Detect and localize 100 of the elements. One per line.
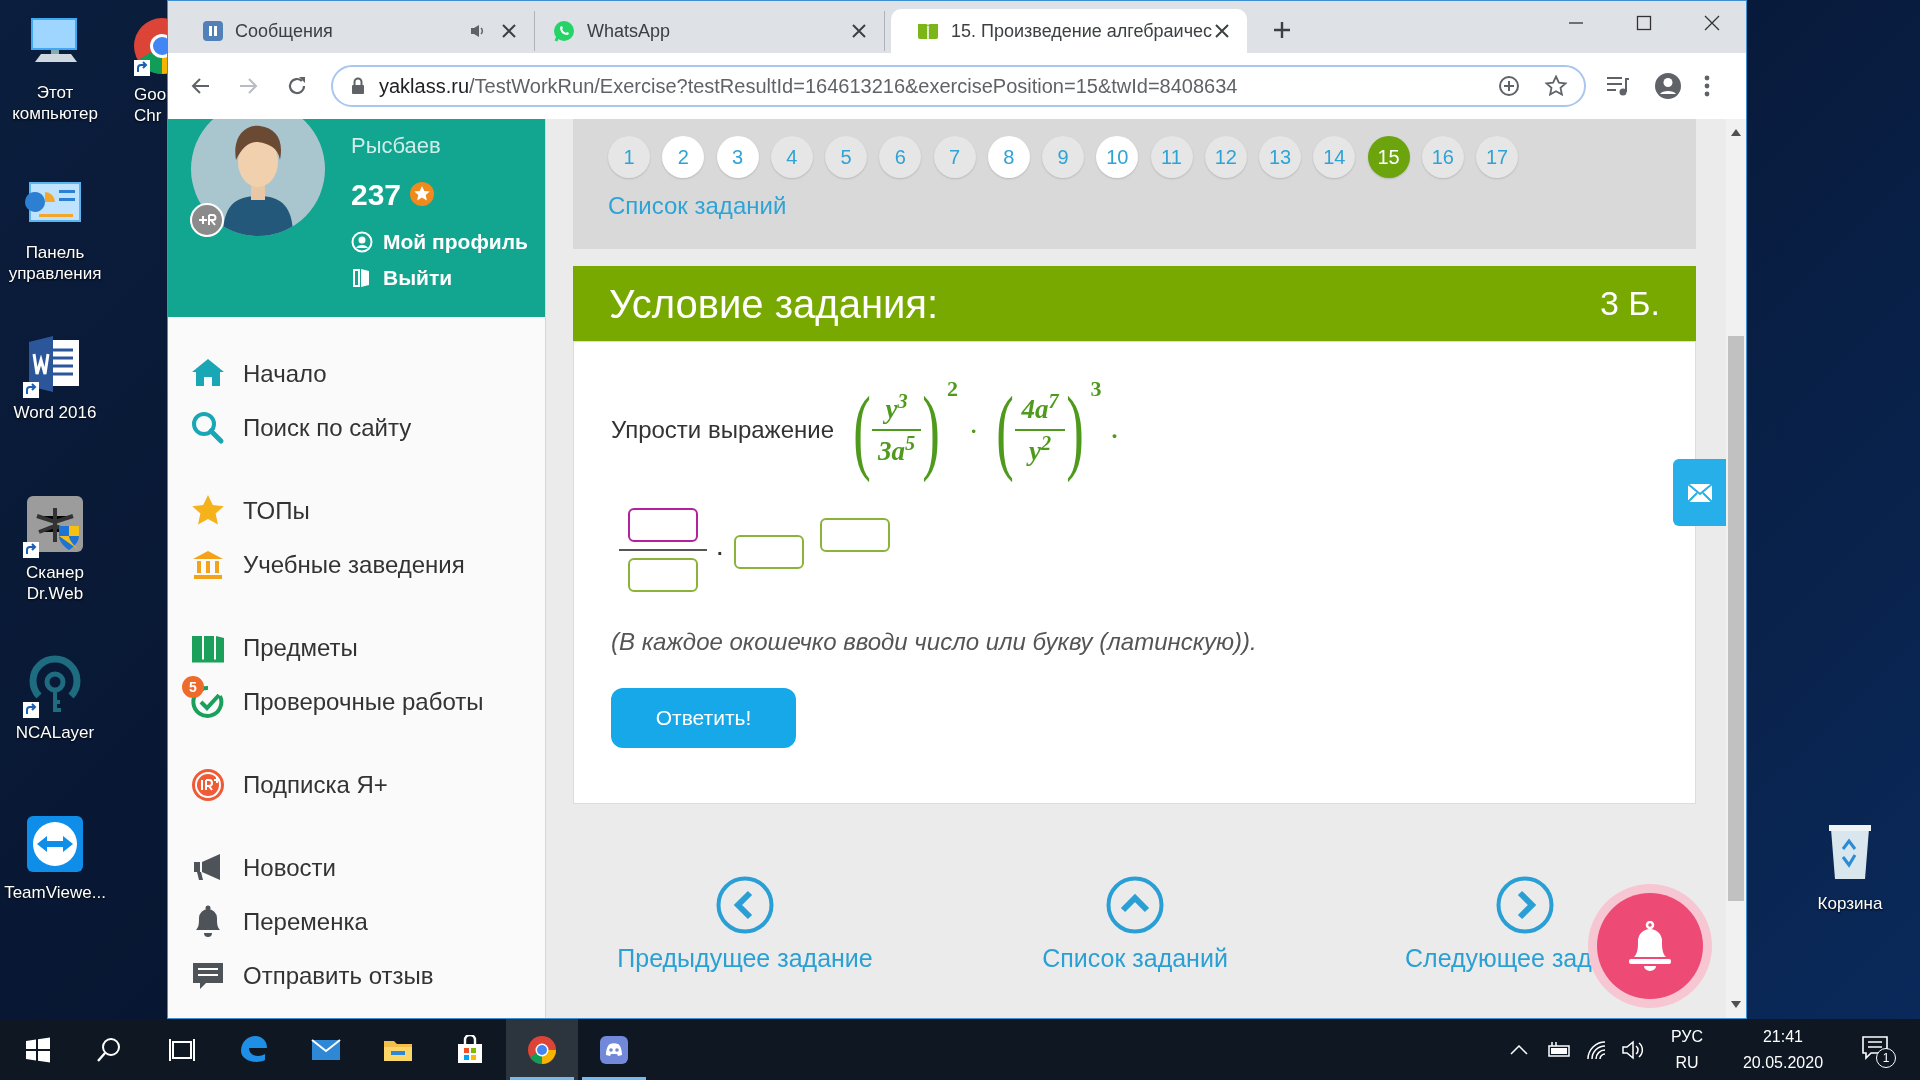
nav-item[interactable]: Начало [168,347,337,401]
task-title: Условие задания: [609,280,939,328]
nav-item[interactable]: Учебные заведения [168,538,475,592]
scroll-down-icon[interactable] [1731,1001,1741,1008]
check-circle-icon [190,684,226,720]
math-operator: · [717,541,724,566]
edge-icon[interactable] [239,1034,269,1065]
prompt-text: Упрости выражение [611,415,835,445]
date-text: 20.05.2020 [1742,1052,1824,1073]
close-icon[interactable] [1215,24,1229,38]
tab-title: 15. Произведение алгебраичес [951,19,1214,43]
math-operator: · [970,416,978,445]
url-text: yaklass.ru/TestWorkRun/Exercise?testResultId=164613216&exercisePosition=15&twId=8408634 [379,74,1239,99]
nav-item[interactable]: Предметы [168,621,368,675]
notification-center-button[interactable]: 1 [1856,1027,1900,1072]
chrome-icon [527,1034,557,1065]
denominator: 3a$^{5}$ [877,434,917,468]
desktop-icon-label[interactable]: Этот компьютер [1,82,109,124]
chevron-up-icon[interactable] [1510,1044,1528,1055]
playlist-icon[interactable] [1606,75,1630,97]
desktop-icon-label[interactable]: Сканер Dr.Web [1,562,109,604]
close-icon[interactable] [502,24,516,38]
taskbar-app[interactable] [506,1019,578,1080]
star-icon[interactable] [1544,74,1568,98]
close-icon [1704,15,1720,31]
bell-icon [1627,921,1673,971]
browser-tab[interactable]: 15. Произведение алгебраичес [891,9,1247,53]
scroll-up-icon[interactable] [1731,129,1741,136]
nav-item[interactable]: Поиск по сайту [168,401,422,455]
speaker-icon[interactable] [470,24,486,38]
browser-tab[interactable]: Сообщения [185,11,535,51]
layout-text: RU [1675,1052,1699,1073]
menu-icon[interactable] [1704,75,1710,97]
exponent: 2 [947,375,959,403]
new-tab-icon[interactable] [1273,21,1291,39]
envelope-icon [1687,482,1713,503]
close-icon[interactable] [852,24,866,38]
open-book-icon [917,22,939,40]
math-period: . [1111,416,1118,445]
task-points: 3 Б. [1599,283,1660,324]
scrollbar-thumb[interactable] [1728,336,1744,901]
bracket: ( [996,378,1015,482]
numerator: y$^{3}$ [882,392,909,426]
bracket: ( [853,378,871,482]
time-text: 21:41 [1762,1026,1803,1047]
nav-item[interactable]: 5 Проверочные работы [168,675,494,729]
answer-field[interactable] [628,508,698,542]
nav-item[interactable]: Переменка [168,895,378,949]
desktop-icon-label[interactable]: Chr [134,105,167,126]
nav-item[interactable]: Новости [168,841,346,895]
desktop-icon-label[interactable]: TeamViewe... [1,882,109,903]
bracket: ) [922,378,940,482]
shopping-bag-icon [455,1034,485,1065]
tab-title: Сообщения [235,19,334,43]
count-badge: 5 [182,676,204,698]
star-badge-icon [409,181,436,207]
message-icon [1862,1035,1888,1060]
denominator: y$^{2}$ [1025,434,1052,468]
phone-bubble-icon [553,20,575,42]
language-text: РУС [1670,1026,1703,1047]
answer-field[interactable] [733,535,804,569]
nav-item[interactable]: ТОПы [168,484,320,538]
tab-title: WhatsApp [587,19,672,43]
avatar[interactable] [191,119,325,236]
chat-app-icon [203,21,223,41]
desktop-icon-label[interactable]: Панель управления [1,242,109,284]
clock[interactable]: 21:41 20.05.2020 [1728,1023,1838,1076]
exponent: 3 [1090,375,1102,403]
nav-item[interactable]: Отправить отзыв [168,949,444,1003]
search-icon [190,410,226,446]
premium-badge [190,203,224,237]
wifi-icon[interactable] [1586,1039,1608,1060]
user-name: Рысбаев [351,132,442,160]
desktop-icon-label[interactable]: NCALayer [1,722,109,743]
desktop-icon-label[interactable]: Word 2016 [1,402,109,423]
answer-field[interactable] [819,518,890,552]
battery-icon[interactable] [1546,1041,1572,1058]
user-circle-icon [351,231,373,253]
game-controller-icon [599,1034,629,1065]
address-bar[interactable]: yaklass.ru/TestWorkRun/Exercise?testResultId=164613216&exercisePosition=15&twId=8408634 [331,65,1586,107]
maximize-icon [1636,15,1652,31]
minimize-icon [1568,22,1584,24]
numerator: 4a$^{7}$ [1020,392,1061,426]
browser-tab[interactable]: WhatsApp [535,11,885,51]
plus-badge-icon [190,767,226,803]
account-icon[interactable] [1654,72,1682,100]
language-indicator[interactable]: РУС RU [1660,1023,1714,1076]
bracket: ) [1065,378,1084,482]
desktop-icon-label[interactable]: Корзина [1817,891,1883,917]
lock-icon [351,77,365,95]
spider-shield-icon[interactable] [25,494,85,554]
add-circle-icon[interactable] [1498,75,1520,97]
volume-icon[interactable] [1622,1039,1644,1060]
points-count: 237 [351,176,402,213]
answer-field[interactable] [628,558,698,592]
windows-start-icon[interactable] [24,1035,52,1064]
nav-item[interactable]: Подписка Я+ [168,758,398,812]
hint-text: (В каждое окошечко вводи число или букву (латинскую)). [611,627,1258,657]
notification-count: 1 [1876,1047,1896,1068]
desktop-icon-label[interactable]: Goo [134,84,167,105]
